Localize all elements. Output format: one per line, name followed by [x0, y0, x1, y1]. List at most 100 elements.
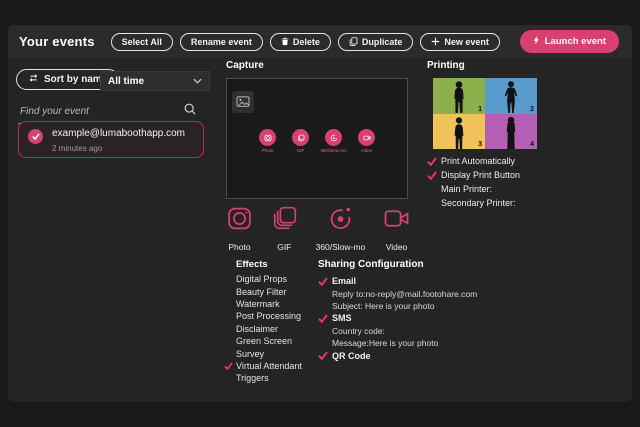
display-print-button-toggle[interactable]: Display Print Button [427, 168, 520, 182]
app-window: Your events Select All Rename event Dele… [8, 25, 632, 402]
chevron-down-icon [193, 76, 202, 87]
sharing-sms-toggle[interactable]: SMS [318, 312, 477, 324]
duplicate-icon [349, 37, 358, 46]
sharing-heading: Sharing Configuration [318, 259, 424, 270]
preview-mode-buttons: Photo GIF 360/Slow-mo Video [227, 129, 407, 153]
check-icon [318, 314, 332, 323]
print-cell-number: 1 [478, 105, 482, 113]
preview-photo-button[interactable]: Photo [255, 129, 281, 153]
effects-section: Effects Digital Props Beauty Filter Wate… [224, 259, 302, 385]
lightning-icon [533, 35, 540, 48]
secondary-printer-label: Secondary Printer: [441, 198, 516, 208]
tab-gif-label: GIF [277, 242, 292, 252]
select-all-label: Select All [121, 36, 162, 47]
check-icon [224, 362, 236, 370]
check-icon [318, 277, 332, 286]
effects-item-label: Disclaimer [236, 323, 279, 334]
print-cell-4: 4 [485, 113, 537, 149]
effects-item-label: Green Screen [236, 336, 293, 347]
main-printer-row[interactable]: Main Printer: [427, 182, 520, 196]
print-cell-1: 1 [433, 78, 485, 114]
launch-event-label: Launch event [544, 36, 606, 47]
sharing-sms-country-code: Country code: [332, 325, 477, 337]
effects-item-beauty-filter[interactable]: Beauty Filter [224, 285, 302, 297]
delete-button[interactable]: Delete [269, 32, 331, 51]
tab-photo[interactable]: Photo [226, 205, 253, 252]
check-icon [318, 351, 332, 361]
event-timestamp: 2 minutes ago [52, 144, 103, 153]
effects-item-label: Triggers [236, 373, 269, 384]
video-camera-icon [358, 129, 375, 146]
duplicate-button[interactable]: Duplicate [337, 32, 414, 51]
delete-label: Delete [292, 36, 320, 47]
sharing-section: Sharing Configuration Email Reply to: no… [318, 259, 477, 362]
check-icon [427, 170, 441, 180]
rename-event-button[interactable]: Rename event [179, 32, 263, 51]
check-icon [427, 156, 441, 166]
sharing-email-toggle[interactable]: Email [318, 275, 477, 287]
search-input[interactable] [18, 104, 184, 118]
sharing-qr-toggle[interactable]: QR Code [318, 349, 477, 361]
print-cell-2: 2 [485, 78, 537, 114]
time-filter-select[interactable]: All time [100, 71, 210, 91]
tab-video[interactable]: Video [383, 205, 410, 252]
sharing-email-reply-to: Reply to: no-reply@mail.footohare.com [332, 287, 477, 299]
effects-item-label: Digital Props [236, 274, 288, 285]
message-value: Here is your photo [368, 338, 439, 349]
photo-mode-icon [226, 205, 253, 237]
launch-event-button[interactable]: Launch event [519, 30, 619, 53]
tab-gif[interactable]: GIF [271, 205, 298, 252]
capture-mode-tabs: Photo GIF 360/Slow-mo Video [226, 205, 410, 252]
gif-mode-icon [271, 205, 298, 237]
effects-item-post-processing[interactable]: Post Processing [224, 310, 302, 322]
layers-icon [292, 129, 309, 146]
effects-item-label: Watermark [236, 298, 280, 309]
select-all-button[interactable]: Select All [110, 32, 173, 51]
sharing-email-subject: Subject: Here is your photo [332, 300, 477, 312]
main-printer-label: Main Printer: [441, 184, 493, 194]
sharing-email-label: Email [332, 276, 357, 287]
duplicate-label: Duplicate [361, 36, 403, 47]
effects-item-label: Beauty Filter [236, 286, 287, 297]
secondary-printer-row[interactable]: Secondary Printer: [427, 196, 520, 210]
camera-icon [259, 129, 276, 146]
effects-item-triggers[interactable]: Triggers [224, 372, 302, 384]
page-title: Your events [19, 34, 95, 49]
printing-heading: Printing [427, 60, 465, 71]
preview-video-label: Video [360, 148, 373, 153]
sharing-sms-message: Message: Here is your photo [332, 337, 477, 349]
print-cell-number: 4 [530, 141, 534, 148]
country-code-label: Country code: [332, 325, 385, 336]
tab-360-slow-mo[interactable]: 360/Slow-mo [316, 205, 365, 252]
search-icon[interactable] [184, 102, 196, 120]
sharing-qr-label: QR Code [332, 350, 371, 361]
print-automatically-label: Print Automatically [441, 156, 516, 166]
event-list-item[interactable]: example@lumaboothapp.com 2 minutes ago [18, 121, 204, 158]
printing-options: Print Automatically Display Print Button… [427, 154, 520, 210]
effects-item-green-screen[interactable]: Green Screen [224, 335, 302, 347]
effects-item-watermark[interactable]: Watermark [224, 298, 302, 310]
new-event-button[interactable]: New event [420, 32, 500, 51]
print-automatically-toggle[interactable]: Print Automatically [427, 154, 520, 168]
effects-item-label: Virtual Attendant [236, 360, 302, 371]
print-layout-preview: 1 2 3 4 [433, 78, 537, 149]
event-selected-check-icon[interactable] [28, 129, 43, 144]
silhouette-man-icon [454, 116, 464, 149]
toolbar: Your events Select All Rename event Dele… [8, 25, 632, 58]
preview-gif-button[interactable]: GIF [288, 129, 314, 153]
effects-item-label: Post Processing [236, 311, 302, 322]
preview-video-button[interactable]: Video [354, 129, 380, 153]
print-cell-number: 2 [530, 105, 534, 113]
effects-item-survey[interactable]: Survey [224, 347, 302, 359]
capture-preview: Photo GIF 360/Slow-mo Video [226, 78, 408, 199]
preview-photo-label: Photo [261, 148, 274, 153]
effects-item-disclaimer[interactable]: Disclaimer [224, 323, 302, 335]
reply-to-label: Reply to: [332, 288, 366, 299]
message-label: Message: [332, 338, 369, 349]
sharing-sms-label: SMS [332, 313, 352, 324]
video-mode-icon [383, 205, 410, 237]
event-info: example@lumaboothapp.com 2 minutes ago [52, 128, 185, 153]
preview-360-button[interactable]: 360/Slow-mo [320, 129, 347, 153]
effects-item-virtual-attendant[interactable]: Virtual Attendant [224, 360, 302, 372]
effects-item-digital-props[interactable]: Digital Props [224, 273, 302, 285]
